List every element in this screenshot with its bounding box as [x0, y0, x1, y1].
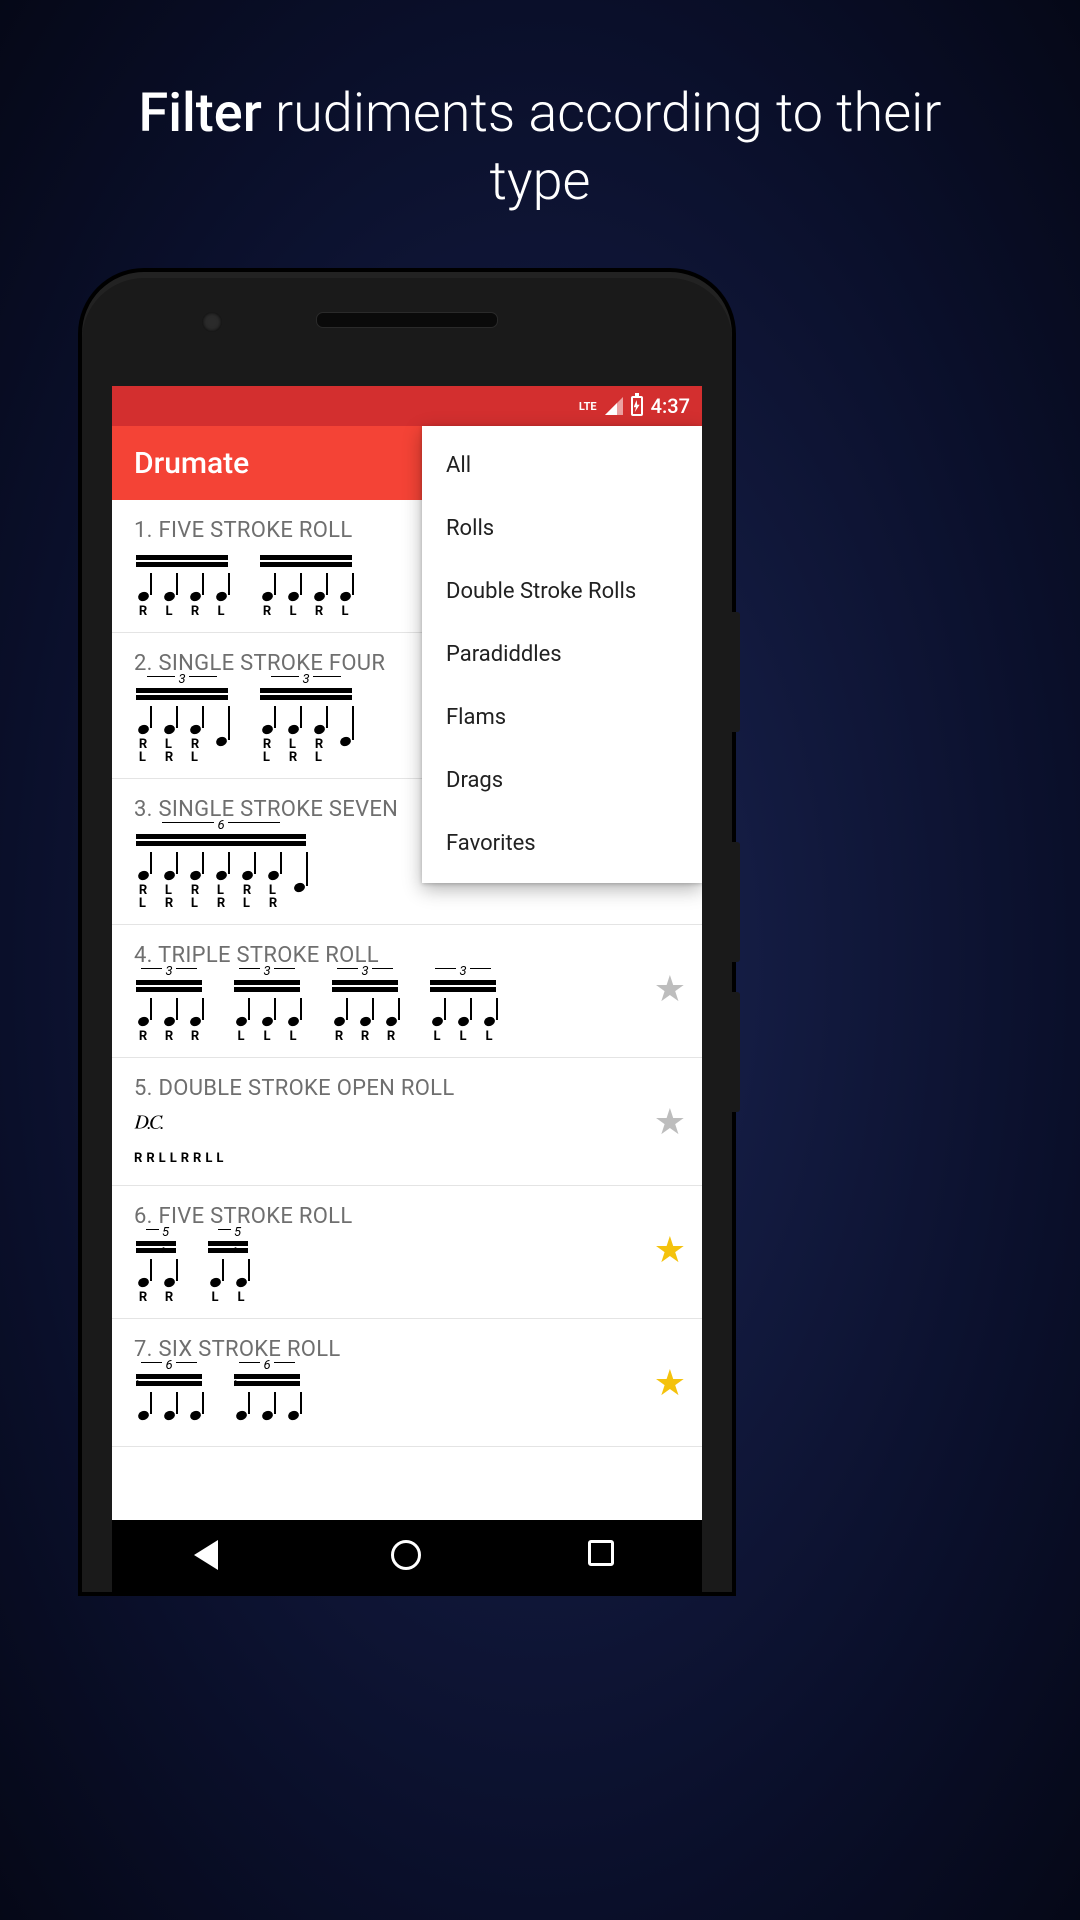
tagline-bold: Filter	[139, 82, 262, 145]
filter-menu-item[interactable]: Rolls	[422, 497, 702, 560]
phone-screen: LTE 4:37 Drumate 1. FIVE STROKE ROLL★RLR…	[112, 386, 702, 1592]
signal-icon	[605, 397, 623, 415]
sticking-letter: LR	[217, 884, 225, 910]
filter-menu-item[interactable]: Flams	[422, 686, 702, 749]
sticking-letter: R	[387, 1030, 395, 1043]
rudiment-title: 5. DOUBLE STROKE OPEN ROLL	[134, 1076, 680, 1101]
sticking-letter: L	[459, 1030, 466, 1043]
tuplet-number: 6	[134, 1358, 204, 1373]
back-button[interactable]	[194, 1540, 226, 1572]
sticking-letter: R	[139, 1291, 147, 1304]
tuplet-number: 3	[134, 964, 204, 979]
sticking-letter: L	[237, 1291, 244, 1304]
favorite-star-icon[interactable]: ★	[654, 971, 686, 1007]
sticking-letter: R	[263, 605, 271, 618]
sticking-letter: R	[165, 1291, 173, 1304]
sticking-letter: R	[191, 1030, 199, 1043]
filter-menu-item[interactable]: Favorites	[422, 812, 702, 875]
sticking-letter: L	[263, 1030, 270, 1043]
android-nav-bar	[112, 1520, 702, 1592]
notation: 3RRR3LLL3RRR3LLL	[134, 980, 680, 1043]
sticking-letter: L	[341, 605, 348, 618]
favorite-star-icon[interactable]: ★	[654, 1232, 686, 1268]
rudiment-row[interactable]: 4. TRIPLE STROKE ROLL ★ 3 R R R 3 L L L 3 R R R 3 L L L	[112, 925, 702, 1058]
sticking-letter: RL	[263, 738, 271, 764]
filter-menu-item[interactable]: Drags	[422, 749, 702, 812]
battery-icon	[631, 396, 643, 416]
sticking-letter: L	[217, 605, 224, 618]
tagline-rest: rudiments according to their type	[262, 82, 942, 213]
sticking-letter: L	[289, 1030, 296, 1043]
sticking-letter: LR	[289, 738, 297, 764]
sticking-letter: R	[165, 1030, 173, 1043]
filter-menu-item[interactable]: All	[422, 434, 702, 497]
tuplet-number: 3	[330, 964, 400, 979]
sticking-letter: L	[485, 1030, 492, 1043]
tuplet-number: 3	[134, 672, 230, 687]
favorite-star-icon[interactable]: ★	[654, 1104, 686, 1140]
sticking-letter: RL	[243, 884, 251, 910]
notation: 𝄊RRLLRRLL	[134, 1113, 680, 1166]
sticking-letter: R	[191, 605, 199, 618]
sticking-letter: L	[289, 605, 296, 618]
tuplet-number: 5	[206, 1225, 250, 1255]
sticking-letter: R	[139, 605, 147, 618]
sticking-letter: LR	[269, 884, 277, 910]
promo-tagline: Filter rudiments according to their type	[0, 80, 1080, 215]
network-label: LTE	[579, 400, 597, 413]
sticking-letter: R	[315, 605, 323, 618]
sticking-letter: R	[139, 1030, 147, 1043]
tuplet-number: 6	[232, 1358, 302, 1373]
sticking-letter: RL	[139, 884, 147, 910]
sticking-letter: L	[211, 1291, 218, 1304]
status-bar: LTE 4:37	[112, 386, 702, 426]
tuplet-number: 3	[258, 672, 354, 687]
sticking-letter: RL	[191, 884, 199, 910]
sticking-letter: LR	[165, 738, 173, 764]
notation: 5RR5LL	[134, 1241, 680, 1304]
sticking-letter: R	[335, 1030, 343, 1043]
rudiment-title: 4. TRIPLE STROKE ROLL	[134, 943, 680, 968]
app-title: Drumate	[134, 446, 249, 481]
sticking-letter: RL	[315, 738, 323, 764]
filter-menu-item[interactable]: Double Stroke Rolls	[422, 560, 702, 623]
tuplet-number: 3	[232, 964, 302, 979]
tuplet-number: 6	[134, 818, 308, 833]
sticking-letter: RL	[139, 738, 147, 764]
sticking-letter: RL	[191, 738, 199, 764]
sticking-letter: R	[361, 1030, 369, 1043]
rudiment-row[interactable]: 7. SIX STROKE ROLL★66	[112, 1319, 702, 1447]
sticking-letter: L	[433, 1030, 440, 1043]
rudiment-row[interactable]: 6. FIVE STROKE ROLL★5RR5LL	[112, 1186, 702, 1319]
sticking-letter: L	[165, 605, 172, 618]
recents-button[interactable]	[588, 1540, 620, 1572]
home-button[interactable]	[391, 1540, 423, 1572]
phone-frame: LTE 4:37 Drumate 1. FIVE STROKE ROLL★RLR…	[82, 272, 732, 1592]
filter-menu-item[interactable]: Paradiddles	[422, 623, 702, 686]
favorite-star-icon[interactable]: ★	[654, 1365, 686, 1401]
notation: 66	[134, 1374, 680, 1424]
sticking-letter: LR	[165, 884, 173, 910]
sticking-letter: L	[237, 1030, 244, 1043]
phone-side-buttons	[732, 612, 740, 732]
tuplet-number: 3	[428, 964, 498, 979]
clock: 4:37	[651, 394, 690, 418]
tuplet-number: 5	[134, 1225, 178, 1255]
filter-menu[interactable]: AllRollsDouble Stroke RollsParadiddlesFl…	[422, 426, 702, 883]
rudiment-title: 7. SIX STROKE ROLL	[134, 1337, 680, 1362]
rudiment-row[interactable]: 5. DOUBLE STROKE OPEN ROLL ★𝄊RRLLRRLL	[112, 1058, 702, 1186]
